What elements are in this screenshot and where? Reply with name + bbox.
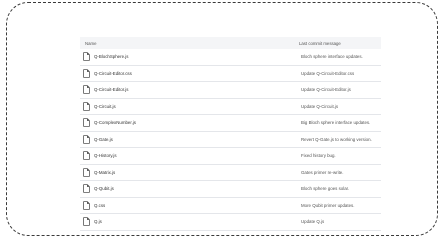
table-row[interactable]: Q-ComplexNumber.js Big Bloch sphere inter… xyxy=(80,115,381,132)
file-name-link[interactable]: Q.js xyxy=(94,219,301,224)
commit-message-link[interactable]: Update Q.js xyxy=(301,219,324,224)
table-row[interactable]: Q-BlochSphere.js Bloch sphere interface u… xyxy=(80,49,381,66)
file-icon xyxy=(83,68,90,78)
commit-message-link[interactable]: Bloch sphere goes solar. xyxy=(301,186,349,191)
table-row[interactable]: Q-History.js Fixed history bug. xyxy=(80,148,381,165)
commit-message-link[interactable]: Update Q-Circuit-Editor.css xyxy=(301,71,354,76)
commit-message-link[interactable]: Fixed history bug. xyxy=(301,153,336,158)
file-name-link[interactable]: Q-History.js xyxy=(94,153,301,158)
file-name-link[interactable]: Q-BlochSphere.js xyxy=(94,54,301,59)
table-row[interactable]: Q-Qubit.js Bloch sphere goes solar. xyxy=(80,181,381,198)
table-row[interactable]: Q-Circuit-Editor.css Update Q-Circuit-Edi… xyxy=(80,66,381,82)
table-row[interactable]: Q.css More Qubit primer updates. xyxy=(80,198,381,214)
commit-message-link[interactable]: Update Q-Circuit.js xyxy=(301,104,338,109)
commit-message-link[interactable]: Revert Q-Gate.js to working version. xyxy=(301,137,372,142)
file-icon xyxy=(83,85,90,95)
file-name-link[interactable]: Q-Matrix.js xyxy=(94,170,301,175)
table-row[interactable]: Q-Gate.js Revert Q-Gate.js to working ver… xyxy=(80,132,381,148)
file-name-link[interactable]: Q-Gate.js xyxy=(94,137,301,142)
table-row[interactable]: Q.js Update Q.js xyxy=(80,214,381,231)
file-icon xyxy=(83,101,90,111)
file-list: Q-BlochSphere.js Bloch sphere interface u… xyxy=(80,49,381,231)
file-icon xyxy=(83,151,90,161)
file-icon xyxy=(83,184,90,194)
table-header: Name Last commit message xyxy=(80,37,381,49)
commit-message-link[interactable]: More Qubit primer updates. xyxy=(301,203,354,208)
file-icon xyxy=(83,118,90,128)
file-icon xyxy=(83,167,90,177)
file-icon xyxy=(83,134,90,144)
commit-message-link[interactable]: Bloch sphere interface updates. xyxy=(301,54,363,59)
file-name-link[interactable]: Q-Circuit-Editor.css xyxy=(94,71,301,76)
commit-message-link[interactable]: Big Bloch sphere interface updates. xyxy=(301,120,370,125)
file-icon xyxy=(83,200,90,210)
file-name-link[interactable]: Q-Circuit-Editor.js xyxy=(94,87,301,92)
table-row[interactable]: Q-Circuit-Editor.js Update Q-Circuit-Edit… xyxy=(80,82,381,99)
file-name-link[interactable]: Q-Circuit.js xyxy=(94,104,301,109)
column-header-name: Name xyxy=(85,40,97,46)
table-row[interactable]: Q-Matrix.js Gates primer re-write. xyxy=(80,165,381,181)
commit-message-link[interactable]: Update Q-Circuit-Editor.js xyxy=(301,87,351,92)
file-table: Name Last commit message Q-BlochSphere.j… xyxy=(80,37,381,231)
file-icon xyxy=(83,52,90,62)
table-row[interactable]: Q-Circuit.js Update Q-Circuit.js xyxy=(80,99,381,115)
file-name-link[interactable]: Q.css xyxy=(94,203,301,208)
file-name-link[interactable]: Q-Qubit.js xyxy=(94,186,301,191)
file-name-link[interactable]: Q-ComplexNumber.js xyxy=(94,120,301,125)
commit-message-link[interactable]: Gates primer re-write. xyxy=(301,170,343,175)
file-icon xyxy=(83,217,90,227)
column-header-message: Last commit message xyxy=(299,40,341,46)
